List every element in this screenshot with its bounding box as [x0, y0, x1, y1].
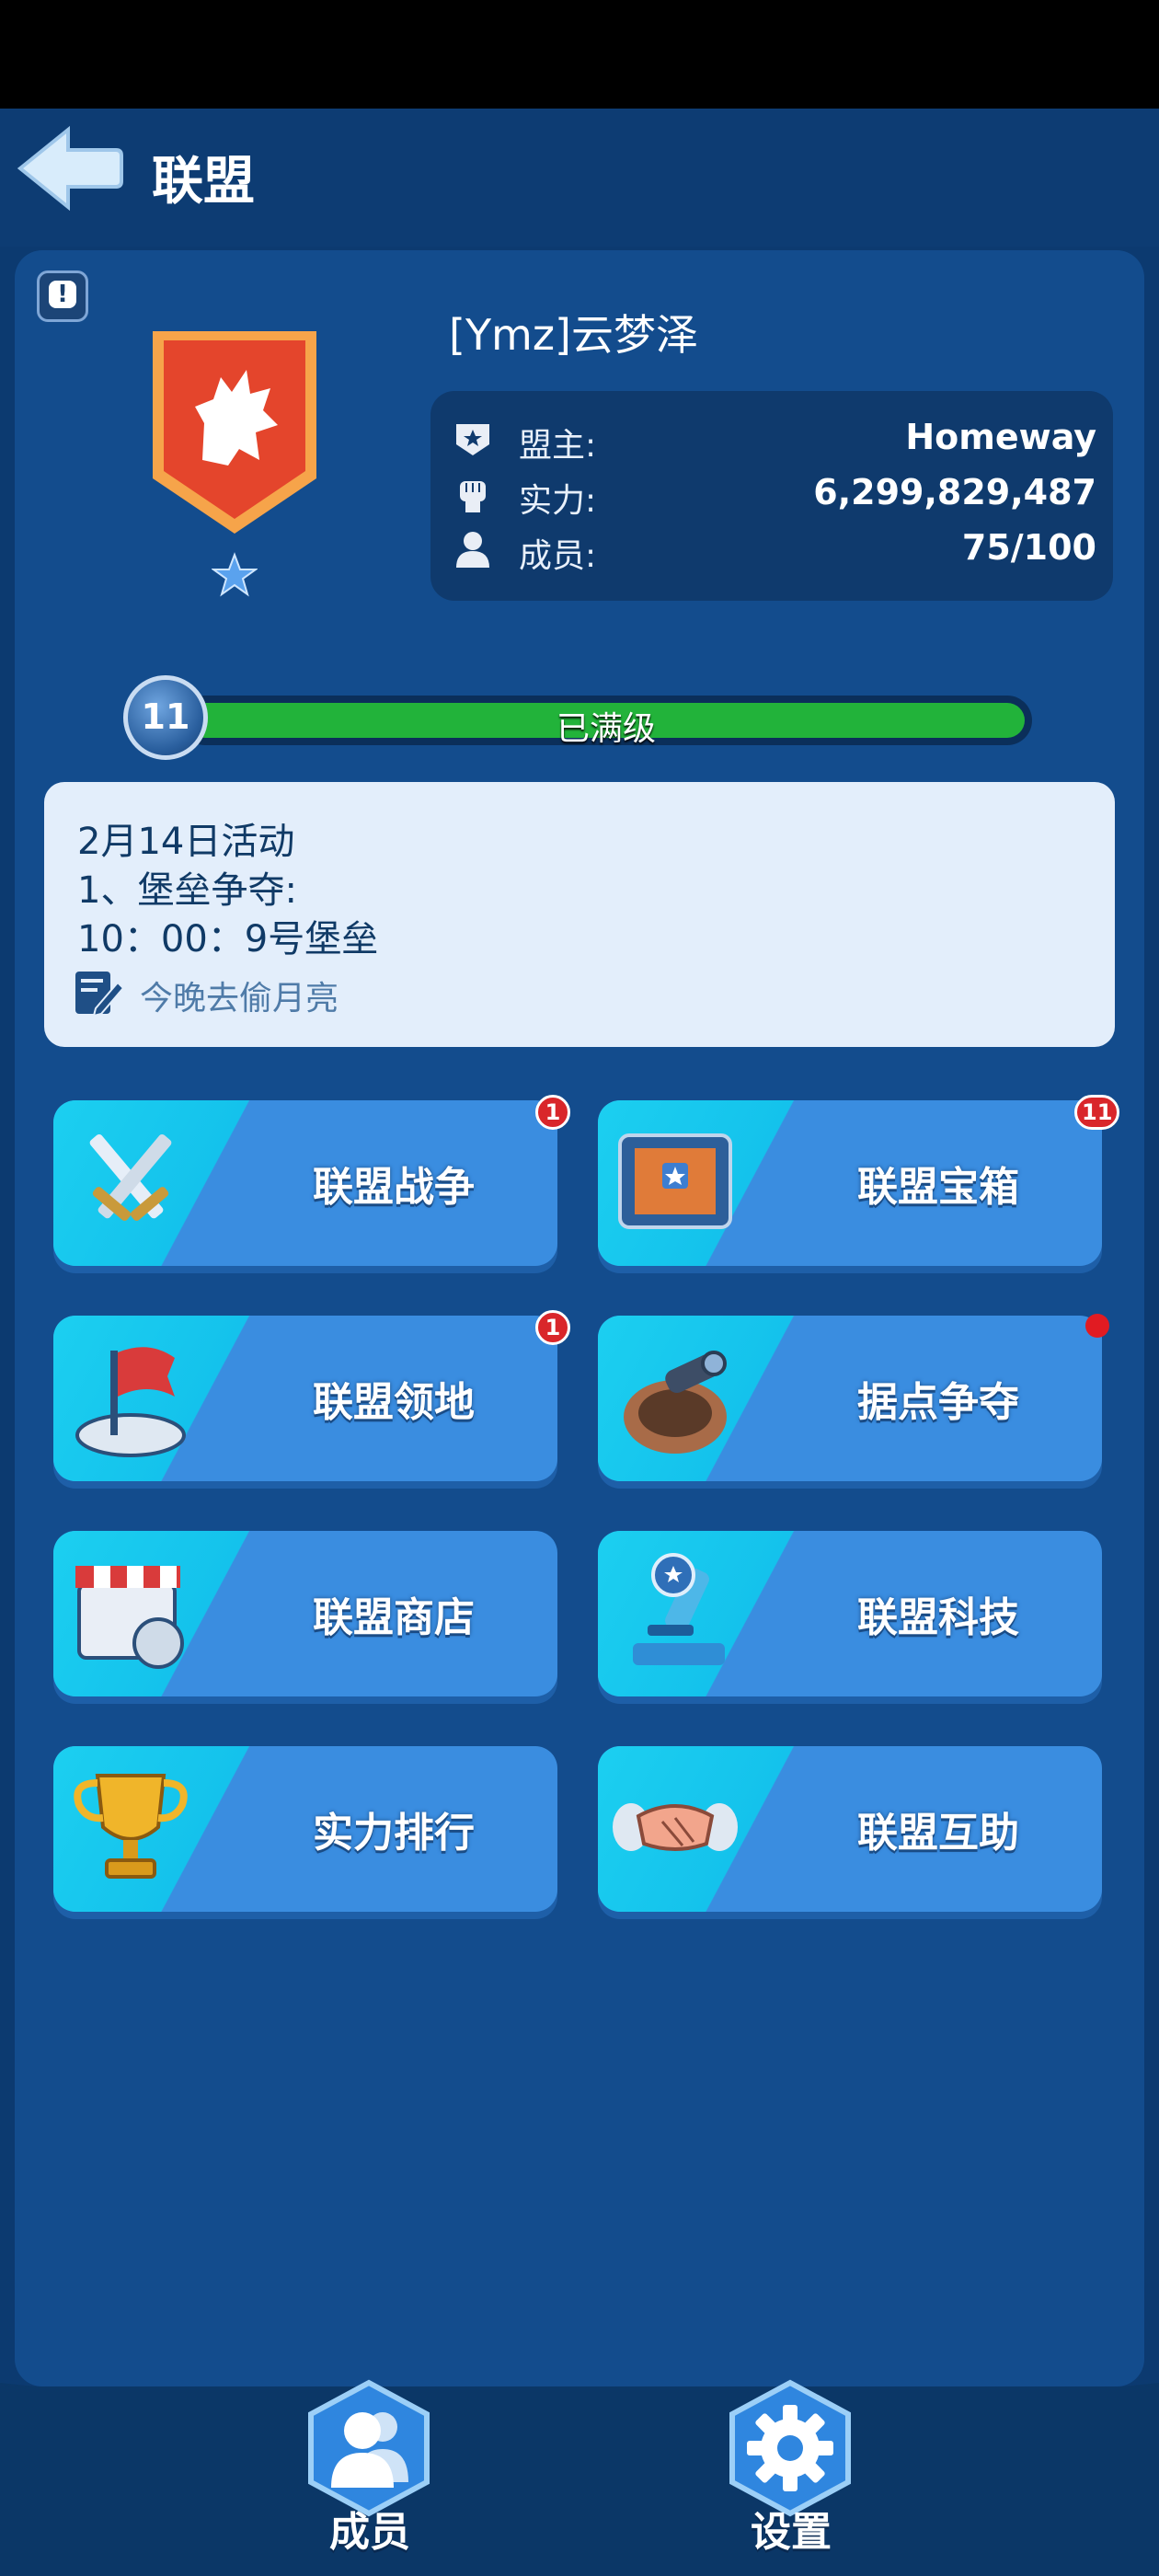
edit-notice-icon[interactable] [72, 966, 125, 1019]
status-bar [0, 0, 1159, 109]
power-row: 实力: 6,299,829,487 [430, 468, 1113, 520]
notice-line-3: 10：00：9号堡垒 [77, 918, 379, 960]
notification-badge: 1 [535, 1095, 570, 1130]
page-title: 联盟 [152, 152, 255, 212]
notice-line-2: 1、堡垒争夺: [77, 869, 297, 912]
tile-alliance-chest[interactable]: 联盟宝箱 [598, 1100, 1102, 1266]
trophy-icon [74, 1774, 188, 1879]
tile-alliance-territory[interactable]: 联盟领地 [53, 1316, 557, 1481]
alliance-name: [Ymz]云梦泽 [449, 310, 698, 360]
tile-power-ranking[interactable]: 实力排行 [53, 1746, 557, 1912]
power-value: 6,299,829,487 [813, 472, 1096, 512]
notification-badge: 1 [535, 1310, 570, 1345]
power-label: 实力: [519, 482, 597, 520]
tile-alliance-tech[interactable]: 联盟科技 [598, 1531, 1102, 1696]
tile-label: 联盟互助 [857, 1810, 1019, 1857]
members-button-icon[interactable] [300, 2379, 438, 2517]
level-badge: 11 [123, 675, 208, 760]
members-value: 75/100 [961, 527, 1096, 568]
leader-row: 盟主: Homeway [430, 413, 1113, 465]
shop-icon [75, 1566, 184, 1669]
cannon-icon [624, 1351, 727, 1454]
level-status: 已满级 [556, 710, 656, 748]
members-nav-label: 成员 [329, 2509, 410, 2556]
tile-label: 联盟宝箱 [857, 1164, 1019, 1211]
members-label: 成员: [519, 537, 597, 575]
back-arrow-icon[interactable] [13, 124, 123, 213]
tile-label: 联盟领地 [313, 1379, 475, 1426]
notice-line-1: 2月14日活动 [77, 821, 295, 863]
crossed-swords-icon [89, 1133, 172, 1221]
tile-alliance-shop[interactable]: 联盟商店 [53, 1531, 557, 1696]
tile-label: 联盟战争 [313, 1164, 475, 1211]
notification-badge: 11 [1074, 1095, 1120, 1130]
alliance-emblem-wolf-icon[interactable] [147, 322, 322, 538]
notification-dot [1085, 1314, 1109, 1338]
tile-label: 实力排行 [313, 1810, 475, 1857]
treasure-chest-icon [618, 1133, 732, 1229]
tile-label: 联盟商店 [313, 1594, 475, 1641]
handshake-icon [613, 1803, 738, 1851]
star-icon [212, 552, 258, 597]
notice-memo: 今晚去偷月亮 [140, 980, 339, 1018]
tile-label: 据点争夺 [857, 1379, 1019, 1426]
leader-value: Homeway [905, 417, 1096, 457]
settings-nav-label: 设置 [751, 2509, 832, 2556]
bottom-nav [0, 2386, 1159, 2576]
alliance-notice[interactable]: 2月14日活动 1、堡垒争夺: 10：00：9号堡垒 今晚去偷月亮 [44, 782, 1115, 1047]
tile-alliance-help[interactable]: 联盟互助 [598, 1746, 1102, 1912]
tile-stronghold-battle[interactable]: 据点争夺 [598, 1316, 1102, 1481]
tile-alliance-war[interactable]: 联盟战争 [53, 1100, 557, 1266]
flag-icon [75, 1347, 186, 1457]
fist-icon [460, 481, 486, 512]
member-icon [456, 532, 489, 568]
info-button[interactable]: ! [37, 270, 88, 322]
level-progress-bar: 已满级 [180, 696, 1032, 748]
leader-label: 盟主: [519, 427, 597, 465]
members-row: 成员: 75/100 [430, 523, 1113, 575]
tile-label: 联盟科技 [857, 1594, 1019, 1641]
alliance-stats-box: 盟主: Homeway 实力: 6,299,829,487 成员: 75/100 [430, 391, 1113, 601]
exclamation-icon: ! [49, 281, 76, 308]
microscope-icon [633, 1553, 725, 1665]
leader-shield-icon [456, 424, 489, 455]
settings-gear-icon[interactable] [721, 2379, 859, 2517]
